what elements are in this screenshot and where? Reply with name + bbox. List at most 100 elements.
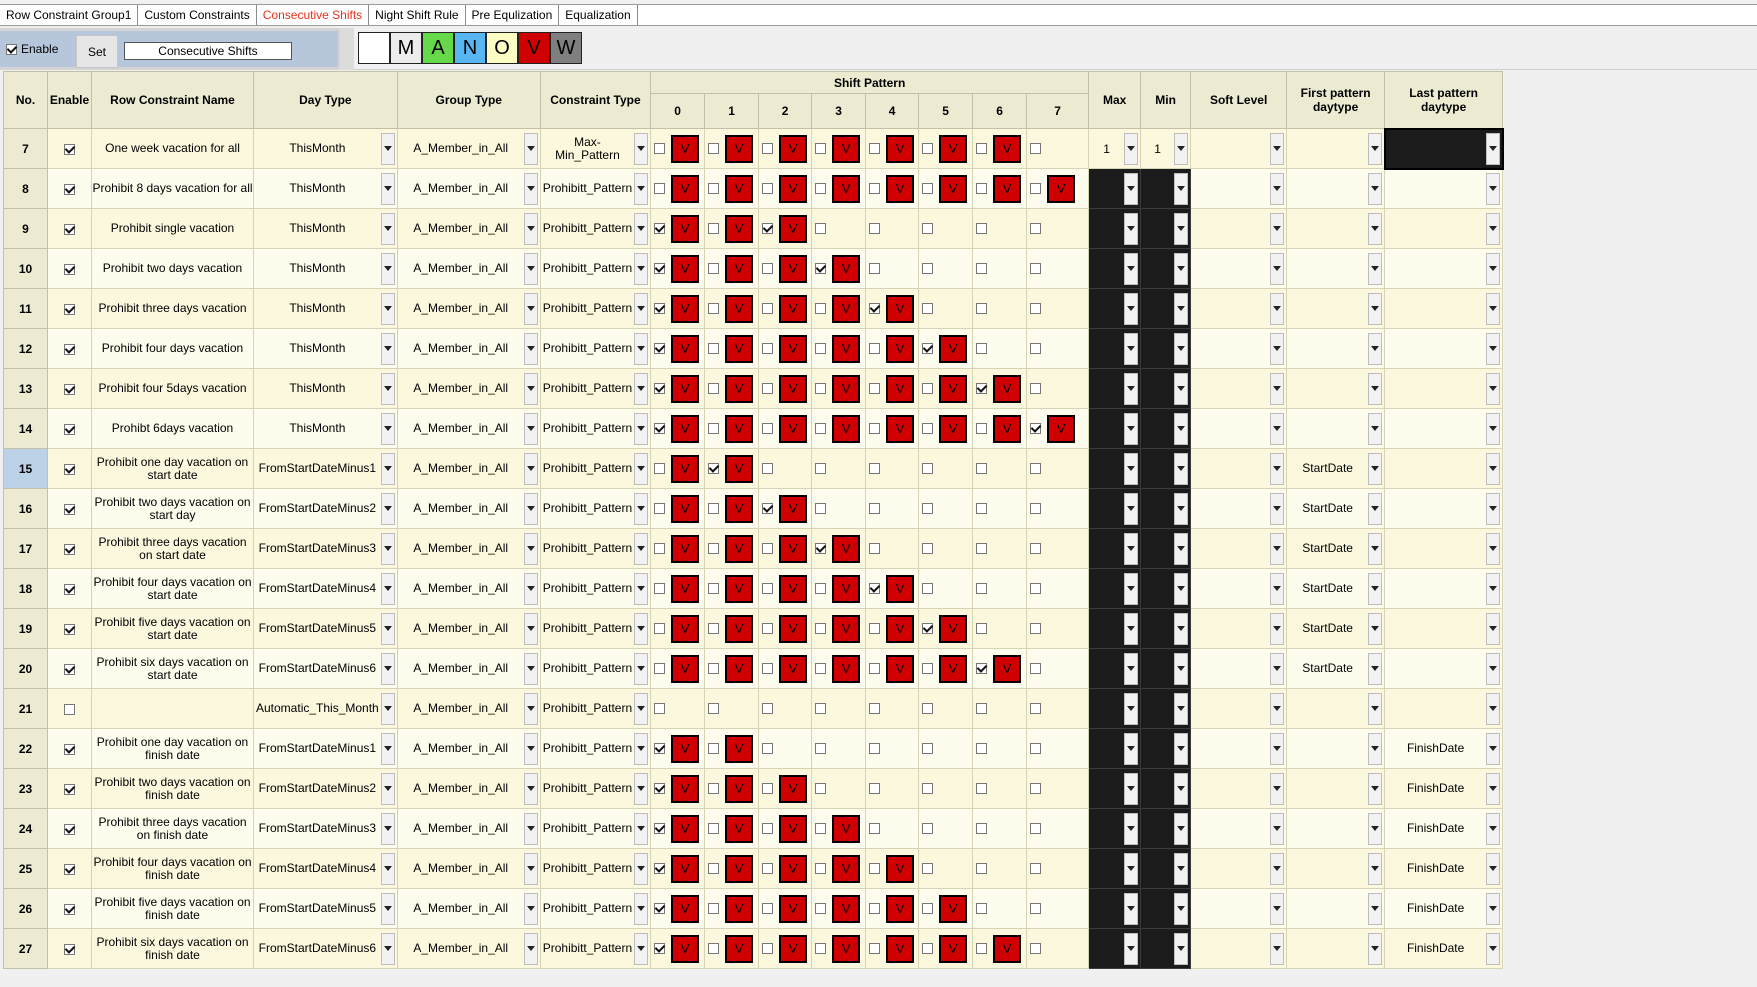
pattern-checkbox[interactable] <box>1030 543 1042 554</box>
row-constraint-name[interactable]: Prohibit two days vacation on finish dat… <box>91 768 254 809</box>
vacation-shift-box[interactable]: V <box>779 894 808 923</box>
pattern-checkbox[interactable] <box>708 143 720 154</box>
chevron-down-icon[interactable] <box>1124 812 1139 845</box>
vacation-shift-box[interactable]: V <box>939 934 968 963</box>
day-type-dropdown[interactable]: FromStartDateMinus1 <box>253 728 398 769</box>
chevron-down-icon[interactable] <box>523 892 538 925</box>
chevron-down-icon[interactable] <box>1270 612 1285 645</box>
shift-button-blank[interactable] <box>358 32 390 64</box>
day-type-dropdown[interactable]: ThisMonth <box>253 248 398 289</box>
chevron-down-icon[interactable] <box>1368 172 1383 205</box>
row-constraint-name[interactable]: Prohibit two days vacation on start day <box>91 488 254 529</box>
chevron-down-icon[interactable] <box>634 812 649 845</box>
tab-3[interactable]: Night Shift Rule <box>369 5 466 25</box>
pattern-checkbox[interactable] <box>762 663 774 674</box>
pattern-cell-7[interactable] <box>1026 568 1090 609</box>
group-type-dropdown[interactable]: A_Member_in_All <box>396 808 541 849</box>
pattern-checkbox[interactable] <box>708 223 720 234</box>
pattern-cell-1[interactable]: V <box>704 568 760 609</box>
chevron-down-icon[interactable] <box>1124 172 1139 205</box>
chevron-down-icon[interactable] <box>1486 452 1501 485</box>
day-type-dropdown[interactable]: Automatic_This_Month <box>253 688 398 729</box>
min-dropdown[interactable] <box>1140 728 1192 769</box>
chevron-down-icon[interactable] <box>523 452 538 485</box>
last-pattern-daytype-dropdown[interactable] <box>1384 288 1504 329</box>
chevron-down-icon[interactable] <box>634 452 649 485</box>
vacation-shift-box[interactable]: V <box>725 454 754 483</box>
soft-level-dropdown[interactable] <box>1190 328 1288 369</box>
row-constraint-name[interactable]: Prohibit six days vacation on finish dat… <box>91 928 254 969</box>
chevron-down-icon[interactable] <box>1174 292 1189 325</box>
pattern-checkbox[interactable] <box>654 503 666 514</box>
vacation-shift-box[interactable]: V <box>779 254 808 283</box>
chevron-down-icon[interactable] <box>1486 252 1501 285</box>
pattern-cell-0[interactable]: V <box>650 768 706 809</box>
first-pattern-daytype-dropdown[interactable] <box>1286 888 1386 929</box>
pattern-checkbox[interactable] <box>708 943 720 954</box>
vacation-shift-box[interactable]: V <box>886 574 915 603</box>
chevron-down-icon[interactable] <box>1486 572 1501 605</box>
day-type-dropdown[interactable]: FromStartDateMinus4 <box>253 848 398 889</box>
vacation-shift-box[interactable]: V <box>832 134 861 163</box>
pattern-checkbox[interactable] <box>815 143 827 154</box>
pattern-cell-7[interactable] <box>1026 728 1090 769</box>
header-pattern-col-7[interactable]: 7 <box>1026 93 1090 129</box>
vacation-shift-box[interactable]: V <box>671 934 700 963</box>
pattern-checkbox[interactable] <box>708 663 720 674</box>
pattern-checkbox[interactable] <box>869 503 881 514</box>
enable-checkbox[interactable] <box>64 543 75 555</box>
vacation-shift-box[interactable]: V <box>725 494 754 523</box>
chevron-down-icon[interactable] <box>634 132 649 165</box>
pattern-cell-1[interactable]: V <box>704 528 760 569</box>
header-group-type[interactable]: Group Type <box>396 71 541 129</box>
pattern-checkbox[interactable] <box>815 383 827 394</box>
pattern-checkbox[interactable] <box>1030 663 1042 674</box>
last-pattern-daytype-dropdown[interactable] <box>1384 368 1504 409</box>
pattern-cell-1[interactable]: V <box>704 808 760 849</box>
chevron-down-icon[interactable] <box>634 172 649 205</box>
chevron-down-icon[interactable] <box>1124 652 1139 685</box>
soft-level-dropdown[interactable] <box>1190 128 1288 169</box>
constraint-type-dropdown[interactable]: Prohibitt_Pattern <box>539 648 652 689</box>
last-pattern-daytype-dropdown[interactable]: FinishDate <box>1384 808 1504 849</box>
header-constraint-type[interactable]: Constraint Type <box>539 71 652 129</box>
pattern-cell-5[interactable] <box>918 768 974 809</box>
vacation-shift-box[interactable]: V <box>671 814 700 843</box>
day-type-dropdown[interactable]: FromStartDateMinus6 <box>253 648 398 689</box>
group-type-dropdown[interactable]: A_Member_in_All <box>396 648 541 689</box>
chevron-down-icon[interactable] <box>1486 612 1501 645</box>
pattern-cell-1[interactable]: V <box>704 448 760 489</box>
chevron-down-icon[interactable] <box>1486 692 1501 725</box>
max-dropdown[interactable] <box>1088 608 1142 649</box>
pattern-cell-5[interactable] <box>918 208 974 249</box>
chevron-down-icon[interactable] <box>523 252 538 285</box>
enable-checkbox[interactable] <box>64 663 75 675</box>
enable-checkbox[interactable] <box>64 143 75 155</box>
pattern-cell-4[interactable] <box>865 728 920 769</box>
tab-0[interactable]: Row Constraint Group1 <box>0 5 139 25</box>
pattern-checkbox[interactable] <box>869 183 881 194</box>
min-dropdown[interactable] <box>1140 488 1192 529</box>
chevron-down-icon[interactable] <box>634 252 649 285</box>
enable-checkbox[interactable]: Enable <box>6 42 58 56</box>
pattern-cell-5[interactable] <box>918 688 974 729</box>
max-dropdown[interactable] <box>1088 168 1142 209</box>
pattern-checkbox[interactable] <box>976 503 988 514</box>
vacation-shift-box[interactable]: V <box>779 134 808 163</box>
vacation-shift-box[interactable]: V <box>832 814 861 843</box>
last-pattern-daytype-dropdown[interactable]: FinishDate <box>1384 888 1504 929</box>
vacation-shift-box[interactable]: V <box>832 374 861 403</box>
day-type-dropdown[interactable]: FromStartDateMinus6 <box>253 928 398 969</box>
pattern-cell-7[interactable] <box>1026 208 1090 249</box>
chevron-down-icon[interactable] <box>1174 732 1189 765</box>
pattern-checkbox[interactable] <box>654 383 666 394</box>
vacation-shift-box[interactable]: V <box>779 654 808 683</box>
row-number[interactable]: 8 <box>3 168 48 209</box>
pattern-checkbox[interactable] <box>1030 223 1042 234</box>
chevron-down-icon[interactable] <box>1270 812 1285 845</box>
pattern-cell-1[interactable]: V <box>704 488 760 529</box>
pattern-checkbox[interactable] <box>815 943 827 954</box>
enable-cell[interactable] <box>47 808 92 849</box>
min-dropdown[interactable] <box>1140 768 1192 809</box>
vacation-shift-box[interactable]: V <box>725 334 754 363</box>
